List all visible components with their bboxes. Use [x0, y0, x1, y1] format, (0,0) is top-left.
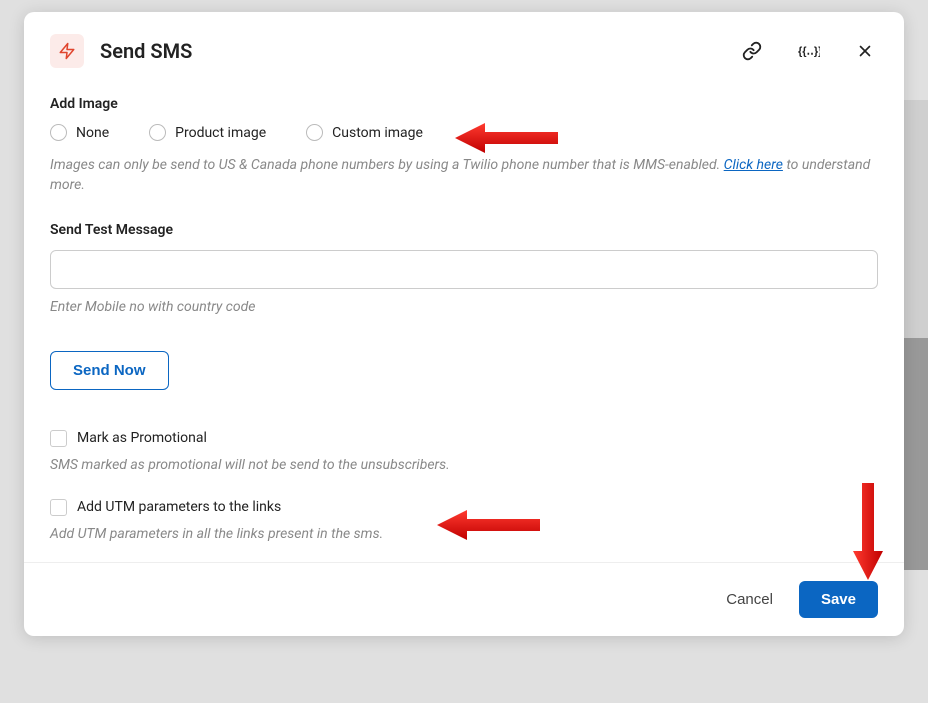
add-utm-helper: Add UTM parameters in all the links pres… [50, 526, 878, 542]
add-utm-label: Add UTM parameters to the links [77, 499, 281, 515]
modal-footer: Cancel Save [24, 562, 904, 636]
checkbox-icon [50, 499, 67, 516]
click-here-link[interactable]: Click here [724, 157, 783, 173]
mark-promotional-helper: SMS marked as promotional will not be se… [50, 457, 878, 473]
braces-icon[interactable]: {{‥}} [794, 38, 824, 64]
close-icon[interactable] [852, 38, 878, 64]
save-button[interactable]: Save [799, 581, 878, 618]
send-now-button[interactable]: Send Now [50, 351, 169, 390]
modal-title: Send SMS [100, 39, 738, 63]
radio-circle-icon [306, 124, 323, 141]
cancel-button[interactable]: Cancel [722, 583, 777, 616]
send-test-label: Send Test Message [50, 222, 878, 238]
radio-product-image[interactable]: Product image [149, 124, 266, 141]
helper-text-prefix: Images can only be send to US & Canada p… [50, 157, 724, 173]
radio-circle-icon [50, 124, 67, 141]
svg-text:{{‥}}: {{‥}} [798, 46, 820, 58]
radio-circle-icon [149, 124, 166, 141]
link-icon[interactable] [738, 37, 766, 65]
test-message-helper: Enter Mobile no with country code [50, 299, 878, 315]
background-strip-dark [902, 338, 928, 570]
modal-header: Send SMS {{‥}} [24, 12, 904, 82]
add-image-helper: Images can only be send to US & Canada p… [50, 155, 878, 196]
add-image-radio-group: None Product image Custom image [50, 124, 878, 141]
radio-product-label: Product image [175, 125, 266, 141]
checkbox-icon [50, 430, 67, 447]
header-actions: {{‥}} [738, 37, 878, 65]
modal-body: Add Image None Product image Custom imag… [24, 82, 904, 562]
send-sms-modal: Send SMS {{‥}} Add Image [24, 12, 904, 636]
radio-custom-image[interactable]: Custom image [306, 124, 423, 141]
radio-none[interactable]: None [50, 124, 109, 141]
radio-custom-label: Custom image [332, 125, 423, 141]
add-image-label: Add Image [50, 96, 878, 112]
mark-promotional-checkbox[interactable]: Mark as Promotional [50, 430, 878, 447]
mark-promotional-label: Mark as Promotional [77, 430, 207, 446]
test-message-input[interactable] [50, 250, 878, 289]
add-utm-checkbox[interactable]: Add UTM parameters to the links [50, 499, 878, 516]
lightning-icon [50, 34, 84, 68]
radio-none-label: None [76, 125, 109, 141]
